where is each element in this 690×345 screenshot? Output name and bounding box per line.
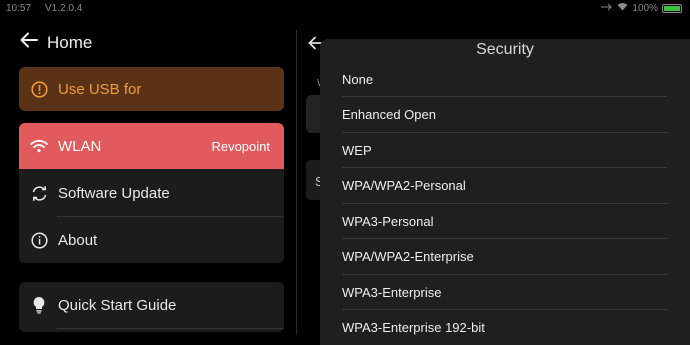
security-dialog: Security None Enhanced Open WEP WPA/WPA2…	[320, 39, 690, 345]
sidebar-item-about[interactable]: About	[19, 217, 284, 263]
security-option-enhanced-open[interactable]: Enhanced Open	[342, 97, 667, 132]
battery-percent: 100%	[632, 2, 658, 14]
home-title: Home	[47, 32, 93, 52]
status-time: 10:57	[6, 3, 32, 14]
settings-card: WLAN Revopoint Software Update About	[19, 123, 284, 263]
wifi-status-icon	[617, 2, 628, 14]
usb-icon	[601, 3, 613, 14]
status-bar: 10:57 V1.2.0.4 100%	[0, 0, 690, 18]
software-update-label: Software Update	[58, 184, 170, 202]
wlan-label: WLAN	[58, 137, 102, 155]
usb-label: Use USB for	[58, 80, 142, 98]
security-option-wpa3-enterprise[interactable]: WPA3-Enterprise	[342, 275, 667, 310]
security-option-wpa-wpa2-personal[interactable]: WPA/WPA2-Personal	[342, 168, 667, 203]
settings-nav-pane: Home Use USB for WLAN Revopoint Software…	[0, 18, 296, 345]
usb-card[interactable]: Use USB for	[19, 67, 284, 111]
info-warning-icon	[30, 80, 48, 98]
divider	[57, 328, 284, 329]
sidebar-item-software-update[interactable]: Software Update	[19, 170, 284, 216]
dialog-title: Security	[476, 41, 534, 58]
sync-icon	[30, 184, 48, 202]
sidebar-item-wlan[interactable]: WLAN Revopoint	[19, 123, 284, 169]
wifi-icon	[30, 137, 48, 155]
security-option-wpa-wpa2-enterprise[interactable]: WPA/WPA2-Enterprise	[342, 239, 667, 274]
usb-row[interactable]: Use USB for	[19, 67, 284, 111]
status-version: V1.2.0.4	[45, 3, 83, 14]
security-option-wep[interactable]: WEP	[342, 133, 667, 168]
sidebar-item-quick-start-guide[interactable]: Quick Start Guide	[19, 282, 284, 328]
battery-icon	[662, 3, 682, 13]
lightbulb-icon	[30, 296, 48, 314]
security-option-none[interactable]: None	[342, 62, 667, 97]
info-icon	[30, 231, 48, 249]
security-option-wpa3-enterprise-192-bit[interactable]: WPA3-Enterprise 192-bit	[342, 310, 667, 345]
about-label: About	[58, 231, 98, 249]
quick-start-guide-label: Quick Start Guide	[58, 296, 177, 314]
guide-card: Quick Start Guide	[19, 282, 284, 332]
wlan-value: Revopoint	[211, 138, 270, 154]
security-option-wpa3-personal[interactable]: WPA3-Personal	[342, 204, 667, 239]
back-arrow-icon	[20, 32, 38, 53]
pane-divider	[296, 30, 297, 335]
home-back-button[interactable]: Home	[20, 32, 92, 53]
status-right: 100%	[601, 2, 682, 14]
